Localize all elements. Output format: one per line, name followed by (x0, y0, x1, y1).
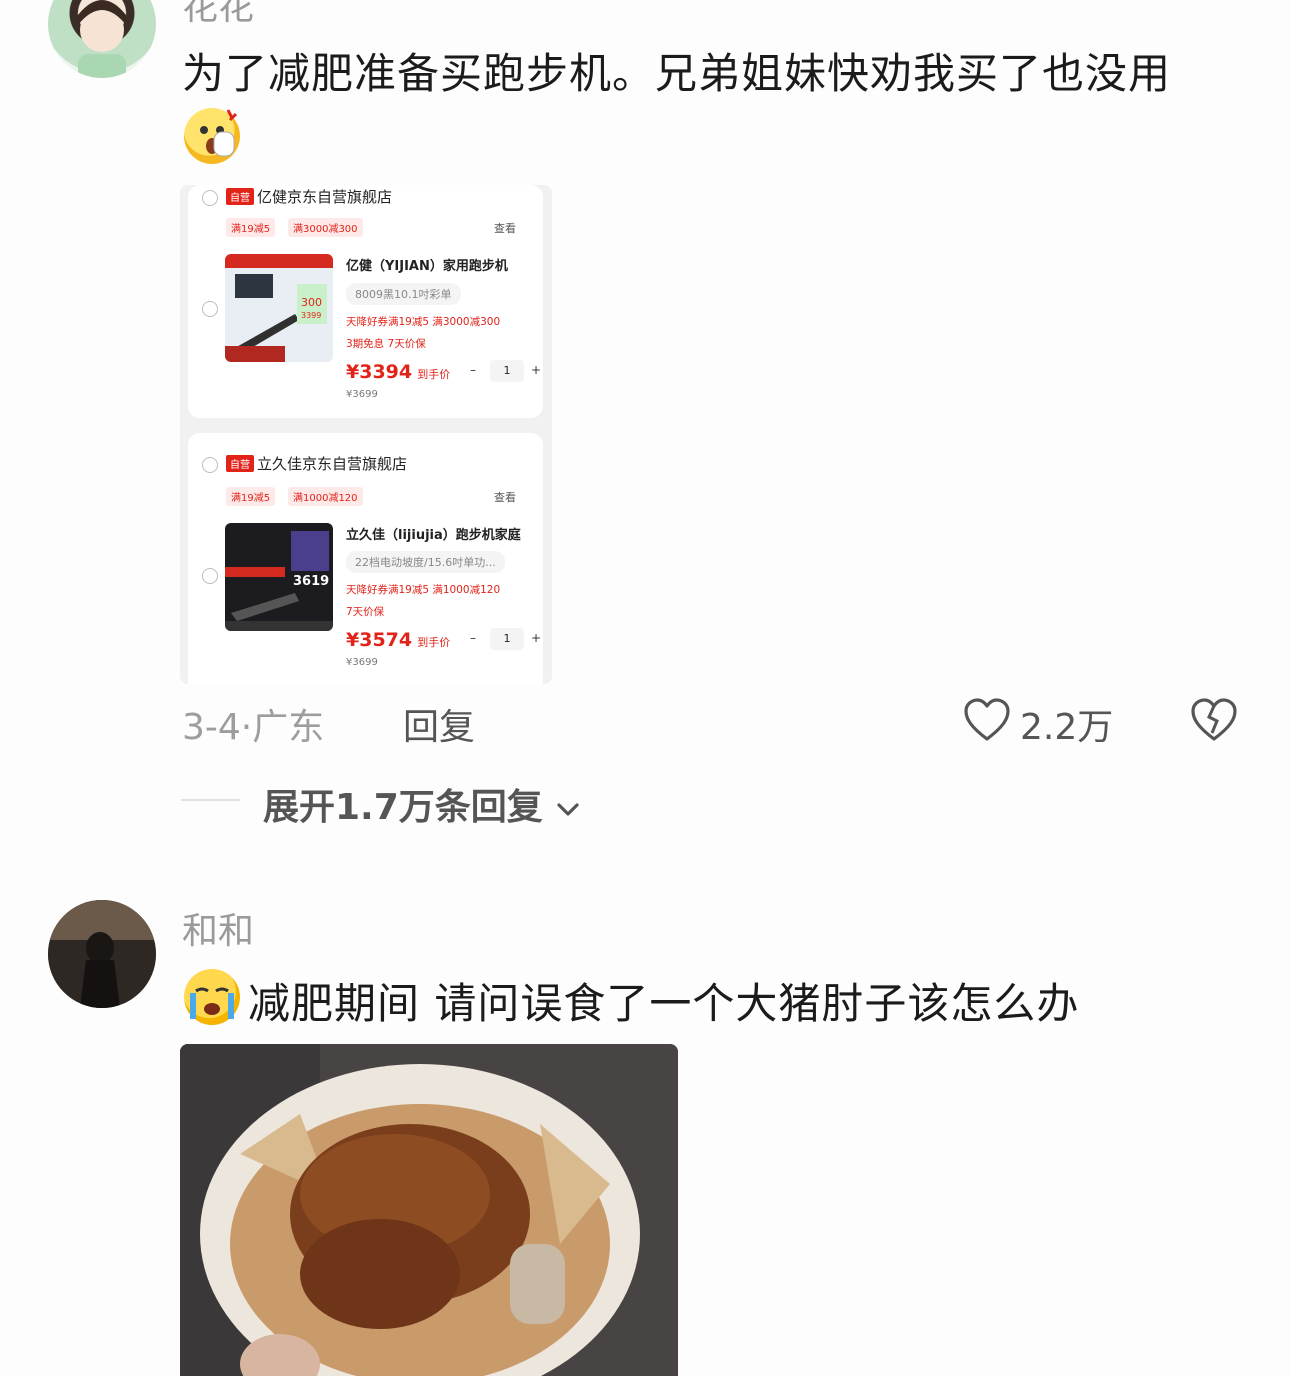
variant-selector[interactable]: 22档电动坡度/15.6吋单功... (346, 551, 505, 573)
self-operated-tag: 自营 (226, 188, 254, 205)
username[interactable]: 花花 (182, 0, 254, 30)
coupon-tag: 满3000减300 (288, 218, 363, 237)
select-radio[interactable] (202, 190, 218, 206)
final-price: ¥3574 到手价 (346, 629, 451, 651)
product-name[interactable]: 立久佳（lijiujia）跑步机家庭 (346, 524, 521, 543)
divider (181, 799, 240, 801)
promo-text: 7天价保 (346, 606, 385, 618)
coupon-tag: 满19减5 (226, 218, 276, 237)
variant-selector[interactable]: 8009黑10.1吋彩单 (346, 283, 461, 305)
pork-knuckle-photo[interactable] (180, 1044, 678, 1376)
chevron-down-icon (557, 803, 579, 816)
see-link[interactable]: 查看 (494, 220, 516, 236)
select-radio[interactable] (202, 568, 218, 584)
thumb-price-label: 300 (301, 296, 322, 309)
comment-text: 为了减肥准备买跑步机。兄弟姐妹快劝我买了也没用 (182, 49, 1172, 98)
increase-button[interactable]: + (531, 631, 541, 645)
self-operated-tag: 自营 (226, 455, 254, 472)
quantity-value[interactable]: 1 (490, 360, 524, 382)
avatar[interactable] (48, 0, 156, 78)
thumb-price-label: 3399 (301, 311, 321, 320)
promo-text: 3期免息 7天价保 (346, 338, 426, 350)
promo-text: 天降好券满19减5 满1000减120 (346, 584, 501, 596)
final-price: ¥3394 到手价 (346, 361, 451, 383)
avatar[interactable] (48, 900, 156, 1008)
coupon-tag: 满1000减120 (288, 487, 363, 506)
select-radio[interactable] (202, 457, 218, 473)
comment-text: 减肥期间 请问误食了一个大猪肘子该怎么办 (248, 979, 1080, 1028)
coupon-tag: 满19减5 (226, 487, 276, 506)
comment-date-location: 3-4·广东 (182, 707, 325, 748)
store-name: 亿健京东自营旗舰店 (257, 188, 393, 206)
thumb-price-label: 3619 (293, 574, 329, 589)
crying-face-emoji-icon (184, 969, 240, 1025)
promo-text: 天降好券满19减5 满3000减300 (346, 316, 501, 328)
reply-button[interactable]: 回复 (403, 698, 475, 750)
shocked-face-emoji-icon (184, 108, 240, 164)
product-name[interactable]: 亿健（YIJIAN）家用跑步机 (346, 255, 508, 274)
decrease-button[interactable]: – (470, 631, 476, 645)
like-count: 2.2万 (1020, 707, 1114, 748)
decrease-button[interactable]: – (470, 363, 476, 377)
product-thumbnail[interactable]: 300 3399 (225, 254, 333, 362)
heart-outline-icon[interactable] (963, 697, 1011, 747)
store-name: 立久佳京东自营旗舰店 (257, 455, 408, 473)
cart-screenshot-image[interactable]: 自营 亿健京东自营旗舰店 满19减5 满3000减300 查看 300 3399… (180, 185, 552, 684)
cart-store-card: 自营 亿健京东自营旗舰店 满19减5 满3000减300 查看 300 3399… (188, 185, 543, 418)
cart-store-card: 自营 立久佳京东自营旗舰店 满19减5 满1000减120 查看 3619 立久… (188, 433, 543, 684)
quantity-value[interactable]: 1 (490, 628, 524, 650)
original-price: ¥3699 (346, 657, 378, 668)
product-thumbnail[interactable]: 3619 (225, 523, 333, 631)
see-link[interactable]: 查看 (494, 489, 516, 505)
expand-replies-label: 展开1.7万条回复 (263, 787, 543, 828)
username[interactable]: 和和 (182, 902, 254, 954)
increase-button[interactable]: + (531, 363, 541, 377)
original-price: ¥3699 (346, 389, 378, 400)
expand-replies-button[interactable]: 展开1.7万条回复 (263, 778, 581, 830)
broken-heart-icon[interactable] (1190, 697, 1238, 747)
select-radio[interactable] (202, 301, 218, 317)
